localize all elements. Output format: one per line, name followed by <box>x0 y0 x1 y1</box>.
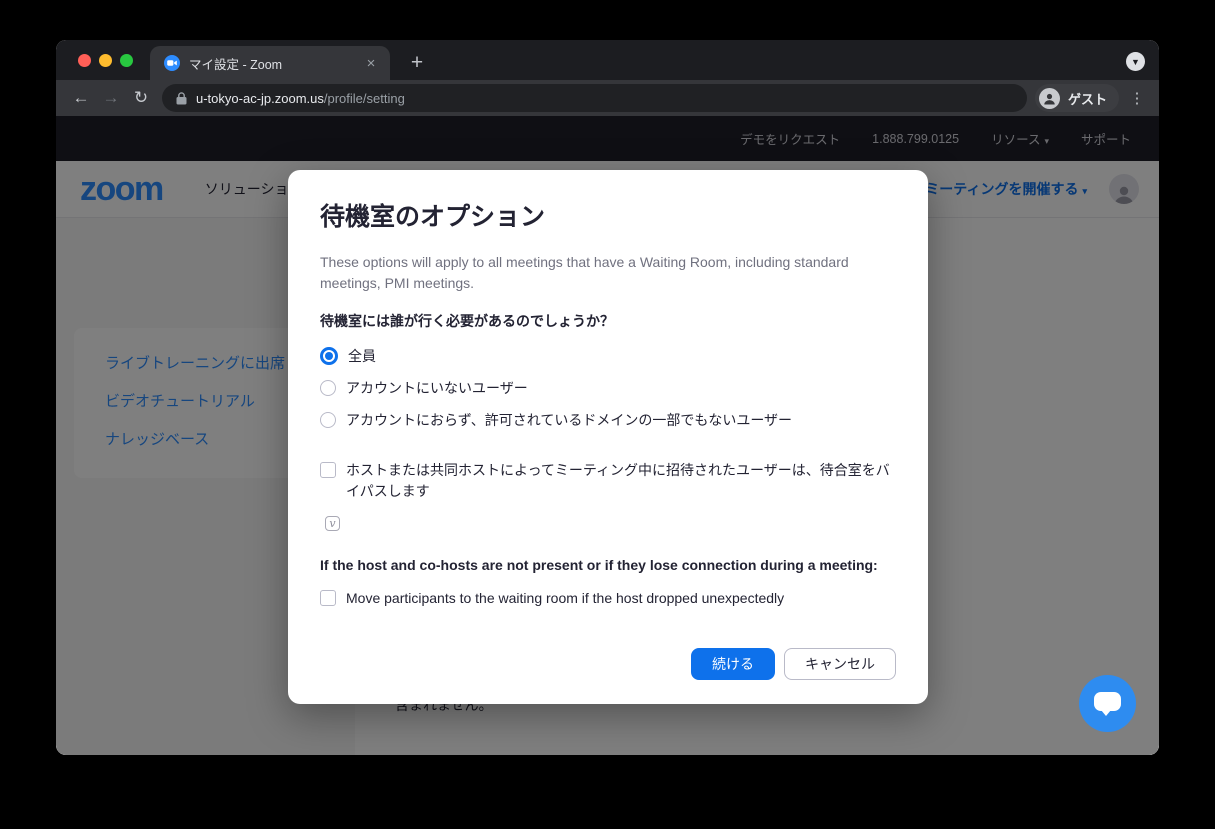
forward-icon[interactable]: → <box>96 83 126 113</box>
radio-users-not-in-account-or-domain[interactable]: アカウントにおらず、許可されているドメインの一部でもないユーザー <box>320 408 896 432</box>
tab-close-icon[interactable]: × <box>362 54 380 72</box>
tab-search-button[interactable]: ▼ <box>1126 52 1145 71</box>
tab-title: マイ設定 - Zoom <box>189 54 362 73</box>
move-participants-checkbox-row[interactable]: Move participants to the waiting room if… <box>320 588 896 609</box>
profile-label: ゲスト <box>1068 89 1107 108</box>
tab-strip: マイ設定 - Zoom × + ▼ <box>56 40 1159 80</box>
url-host: u-tokyo-ac-jp.zoom.us <box>196 91 324 106</box>
broken-image-icon: v <box>325 516 340 531</box>
cohost-absent-heading: If the host and co-hosts are not present… <box>320 555 896 575</box>
checkbox-unchecked-icon[interactable] <box>320 462 336 478</box>
waiting-room-radio-group: 全員 アカウントにいないユーザー アカウントにおらず、許可されているドメインの一… <box>320 344 896 432</box>
new-tab-button[interactable]: + <box>402 48 432 78</box>
lock-icon <box>176 92 187 105</box>
fullscreen-window-button[interactable] <box>120 54 133 67</box>
zoom-favicon-icon <box>164 55 180 71</box>
bypass-waiting-room-checkbox-row[interactable]: ホストまたは共同ホストによってミーティング中に招待されたユーザーは、待合室をバイ… <box>320 460 896 502</box>
modal-description: These options will apply to all meetings… <box>320 252 876 294</box>
radio-unselected-icon[interactable] <box>320 412 336 428</box>
modal-title: 待機室のオプション <box>320 202 896 232</box>
close-window-button[interactable] <box>78 54 91 67</box>
radio-users-not-in-account[interactable]: アカウントにいないユーザー <box>320 376 896 400</box>
browser-menu-icon[interactable]: ⋮ <box>1125 84 1149 112</box>
url-bar[interactable]: u-tokyo-ac-jp.zoom.us/profile/setting <box>162 84 1027 112</box>
modal-button-row: 続ける キャンセル <box>691 648 896 680</box>
browser-toolbar: ← → ↻ u-tokyo-ac-jp.zoom.us/profile/sett… <box>56 80 1159 116</box>
browser-tab[interactable]: マイ設定 - Zoom × <box>150 46 390 80</box>
checkbox-unchecked-icon[interactable] <box>320 590 336 606</box>
cancel-button[interactable]: キャンセル <box>784 648 896 680</box>
page-viewport: デモをリクエスト 1.888.799.0125 リソース▾ サポート zoom … <box>56 116 1159 755</box>
browser-profile-button[interactable]: ゲスト <box>1035 84 1119 112</box>
window-controls <box>78 54 133 67</box>
waiting-room-options-modal: 待機室のオプション These options will apply to al… <box>288 170 928 704</box>
radio-selected-icon[interactable] <box>320 347 338 365</box>
help-chat-button[interactable] <box>1079 675 1136 732</box>
modal-question: 待機室には誰が行く必要があるのでしょうか？ <box>320 311 896 331</box>
back-icon[interactable]: ← <box>66 83 96 113</box>
chat-bubble-icon <box>1094 692 1121 711</box>
browser-window: マイ設定 - Zoom × + ▼ ← → ↻ u-tokyo-ac-jp.zo… <box>56 40 1159 755</box>
profile-avatar-icon <box>1039 88 1060 109</box>
radio-everyone[interactable]: 全員 <box>320 344 896 368</box>
minimize-window-button[interactable] <box>99 54 112 67</box>
url-path: /profile/setting <box>324 91 405 106</box>
continue-button[interactable]: 続ける <box>691 648 775 680</box>
radio-unselected-icon[interactable] <box>320 380 336 396</box>
reload-icon[interactable]: ↻ <box>126 83 156 113</box>
